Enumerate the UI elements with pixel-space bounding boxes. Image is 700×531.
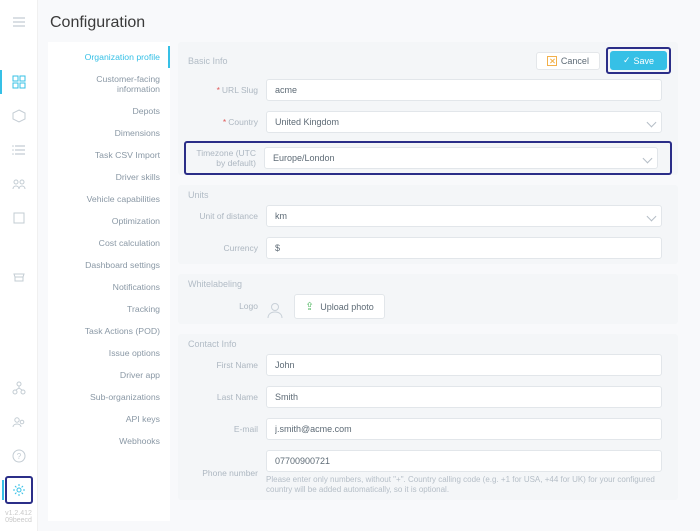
label-unit-of-distance: Unit of distance [199, 211, 258, 221]
last-name-input[interactable] [266, 386, 662, 408]
nav-cost-calculation[interactable]: Cost calculation [48, 232, 170, 254]
users-icon[interactable] [5, 170, 33, 198]
nav-webhooks[interactable]: Webhooks [48, 430, 170, 452]
label-timezone: Timezone (UTC by default) [196, 148, 256, 168]
chevron-down-icon [647, 212, 657, 222]
section-title: Contact Info [188, 339, 237, 349]
nav-api-keys[interactable]: API keys [48, 408, 170, 430]
report-icon[interactable] [5, 204, 33, 232]
list-icon[interactable] [5, 136, 33, 164]
unit-of-distance-select[interactable]: km [266, 205, 662, 227]
avatar-placeholder-icon [266, 301, 284, 319]
nav-customer-facing-info[interactable]: Customer-facing information [48, 68, 170, 100]
section-title: Basic Info [188, 56, 228, 66]
config-nav: Organization profile Customer-facing inf… [48, 42, 170, 521]
country-select[interactable]: United Kingdom [266, 111, 662, 133]
save-button[interactable]: ✓Save [610, 51, 667, 70]
section-title: Units [188, 190, 209, 200]
settings-icon[interactable] [7, 478, 31, 502]
label-last-name: Last Name [217, 392, 258, 402]
url-slug-input[interactable] [266, 79, 662, 101]
nav-dimensions[interactable]: Dimensions [48, 122, 170, 144]
label-email: E-mail [234, 424, 258, 434]
left-rail: ? v1.2.41209beecd [0, 0, 38, 531]
nav-task-csv-import[interactable]: Task CSV Import [48, 144, 170, 166]
nav-driver-skills[interactable]: Driver skills [48, 166, 170, 188]
help-icon[interactable]: ? [5, 442, 33, 470]
nav-tracking[interactable]: Tracking [48, 298, 170, 320]
section-contact-info: Contact Info First Name Last Name E-mail [178, 334, 678, 500]
nav-driver-app[interactable]: Driver app [48, 364, 170, 386]
nav-vehicle-capabilities[interactable]: Vehicle capabilities [48, 188, 170, 210]
form-panel: Basic Info Cancel ✓Save *URL Slug [178, 42, 684, 521]
content: Configuration Organization profile Custo… [38, 0, 700, 531]
chevron-down-icon [643, 154, 653, 164]
dashboard-icon[interactable] [5, 68, 33, 96]
store-icon[interactable] [5, 262, 33, 290]
label-first-name: First Name [216, 360, 258, 370]
cancel-button[interactable]: Cancel [536, 52, 600, 70]
label-logo: Logo [239, 301, 258, 311]
timezone-select[interactable]: Europe/London [264, 147, 658, 169]
nav-issue-options[interactable]: Issue options [48, 342, 170, 364]
first-name-input[interactable] [266, 354, 662, 376]
check-icon: ✓ [623, 55, 631, 66]
nav-dashboard-settings[interactable]: Dashboard settings [48, 254, 170, 276]
section-units: Units Unit of distance km Currency [178, 185, 678, 264]
currency-input[interactable] [266, 237, 662, 259]
section-whitelabeling: Whitelabeling Logo ⇪Upload photo [178, 274, 678, 324]
section-basic-info: Basic Info Cancel ✓Save *URL Slug [178, 42, 678, 175]
team-icon[interactable] [5, 408, 33, 436]
package-icon[interactable] [5, 102, 33, 130]
menu-icon[interactable] [5, 8, 33, 36]
section-title: Whitelabeling [188, 279, 242, 289]
email-input[interactable] [266, 418, 662, 440]
version-label: v1.2.41209beecd [5, 510, 32, 525]
upload-photo-button[interactable]: ⇪Upload photo [294, 294, 385, 319]
label-currency: Currency [224, 243, 258, 253]
svg-text:?: ? [16, 452, 21, 461]
nav-depots[interactable]: Depots [48, 100, 170, 122]
cancel-icon [547, 56, 557, 66]
label-url-slug: URL Slug [222, 85, 258, 95]
nav-optimization[interactable]: Optimization [48, 210, 170, 232]
label-phone: Phone number [202, 468, 258, 478]
nav-notifications[interactable]: Notifications [48, 276, 170, 298]
chevron-down-icon [647, 118, 657, 128]
phone-input[interactable] [266, 450, 662, 472]
phone-note: Please enter only numbers, without "+". … [266, 475, 662, 495]
org-icon[interactable] [5, 374, 33, 402]
page-title: Configuration [50, 14, 684, 32]
label-country: Country [228, 117, 258, 127]
upload-icon: ⇪ [305, 300, 314, 313]
nav-sub-organizations[interactable]: Sub-organizations [48, 386, 170, 408]
nav-organization-profile[interactable]: Organization profile [48, 46, 170, 68]
nav-task-actions[interactable]: Task Actions (POD) [48, 320, 170, 342]
